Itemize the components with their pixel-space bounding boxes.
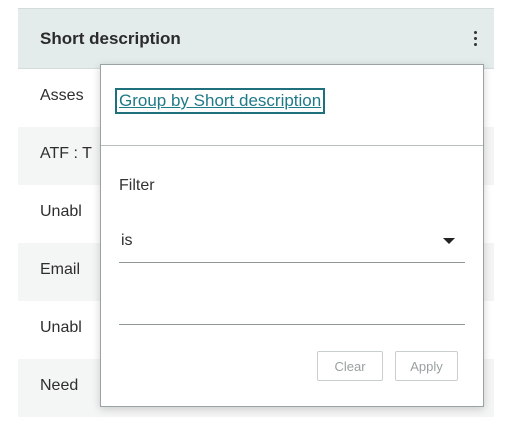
more-vertical-icon[interactable] — [468, 26, 482, 50]
table-cell: Asses — [40, 87, 84, 104]
filter-operator-select[interactable]: is — [119, 221, 465, 263]
filter-operator-value: is — [121, 232, 133, 249]
group-by-link[interactable]: Group by Short description — [114, 88, 326, 114]
table-cell: Need — [40, 377, 79, 394]
column-header-label: Short description — [40, 29, 181, 48]
column-header[interactable]: Short description — [18, 8, 494, 69]
group-by-section: Group by Short description — [101, 65, 483, 146]
table-cell: Unabl — [40, 203, 82, 220]
apply-button[interactable]: Apply — [395, 351, 458, 381]
table-cell: Unabl — [40, 319, 82, 336]
table-cell: Email — [40, 261, 81, 278]
table-cell: ATF : T — [40, 145, 92, 162]
clear-button[interactable]: Clear — [317, 351, 383, 381]
filter-value-input[interactable] — [119, 289, 465, 325]
caret-down-icon — [443, 238, 455, 244]
filter-label: Filter — [119, 177, 155, 194]
page: Short description Asses ATF : T Unabl Em… — [0, 0, 508, 427]
column-options-popover: Group by Short description Filter is Cle… — [100, 64, 484, 407]
